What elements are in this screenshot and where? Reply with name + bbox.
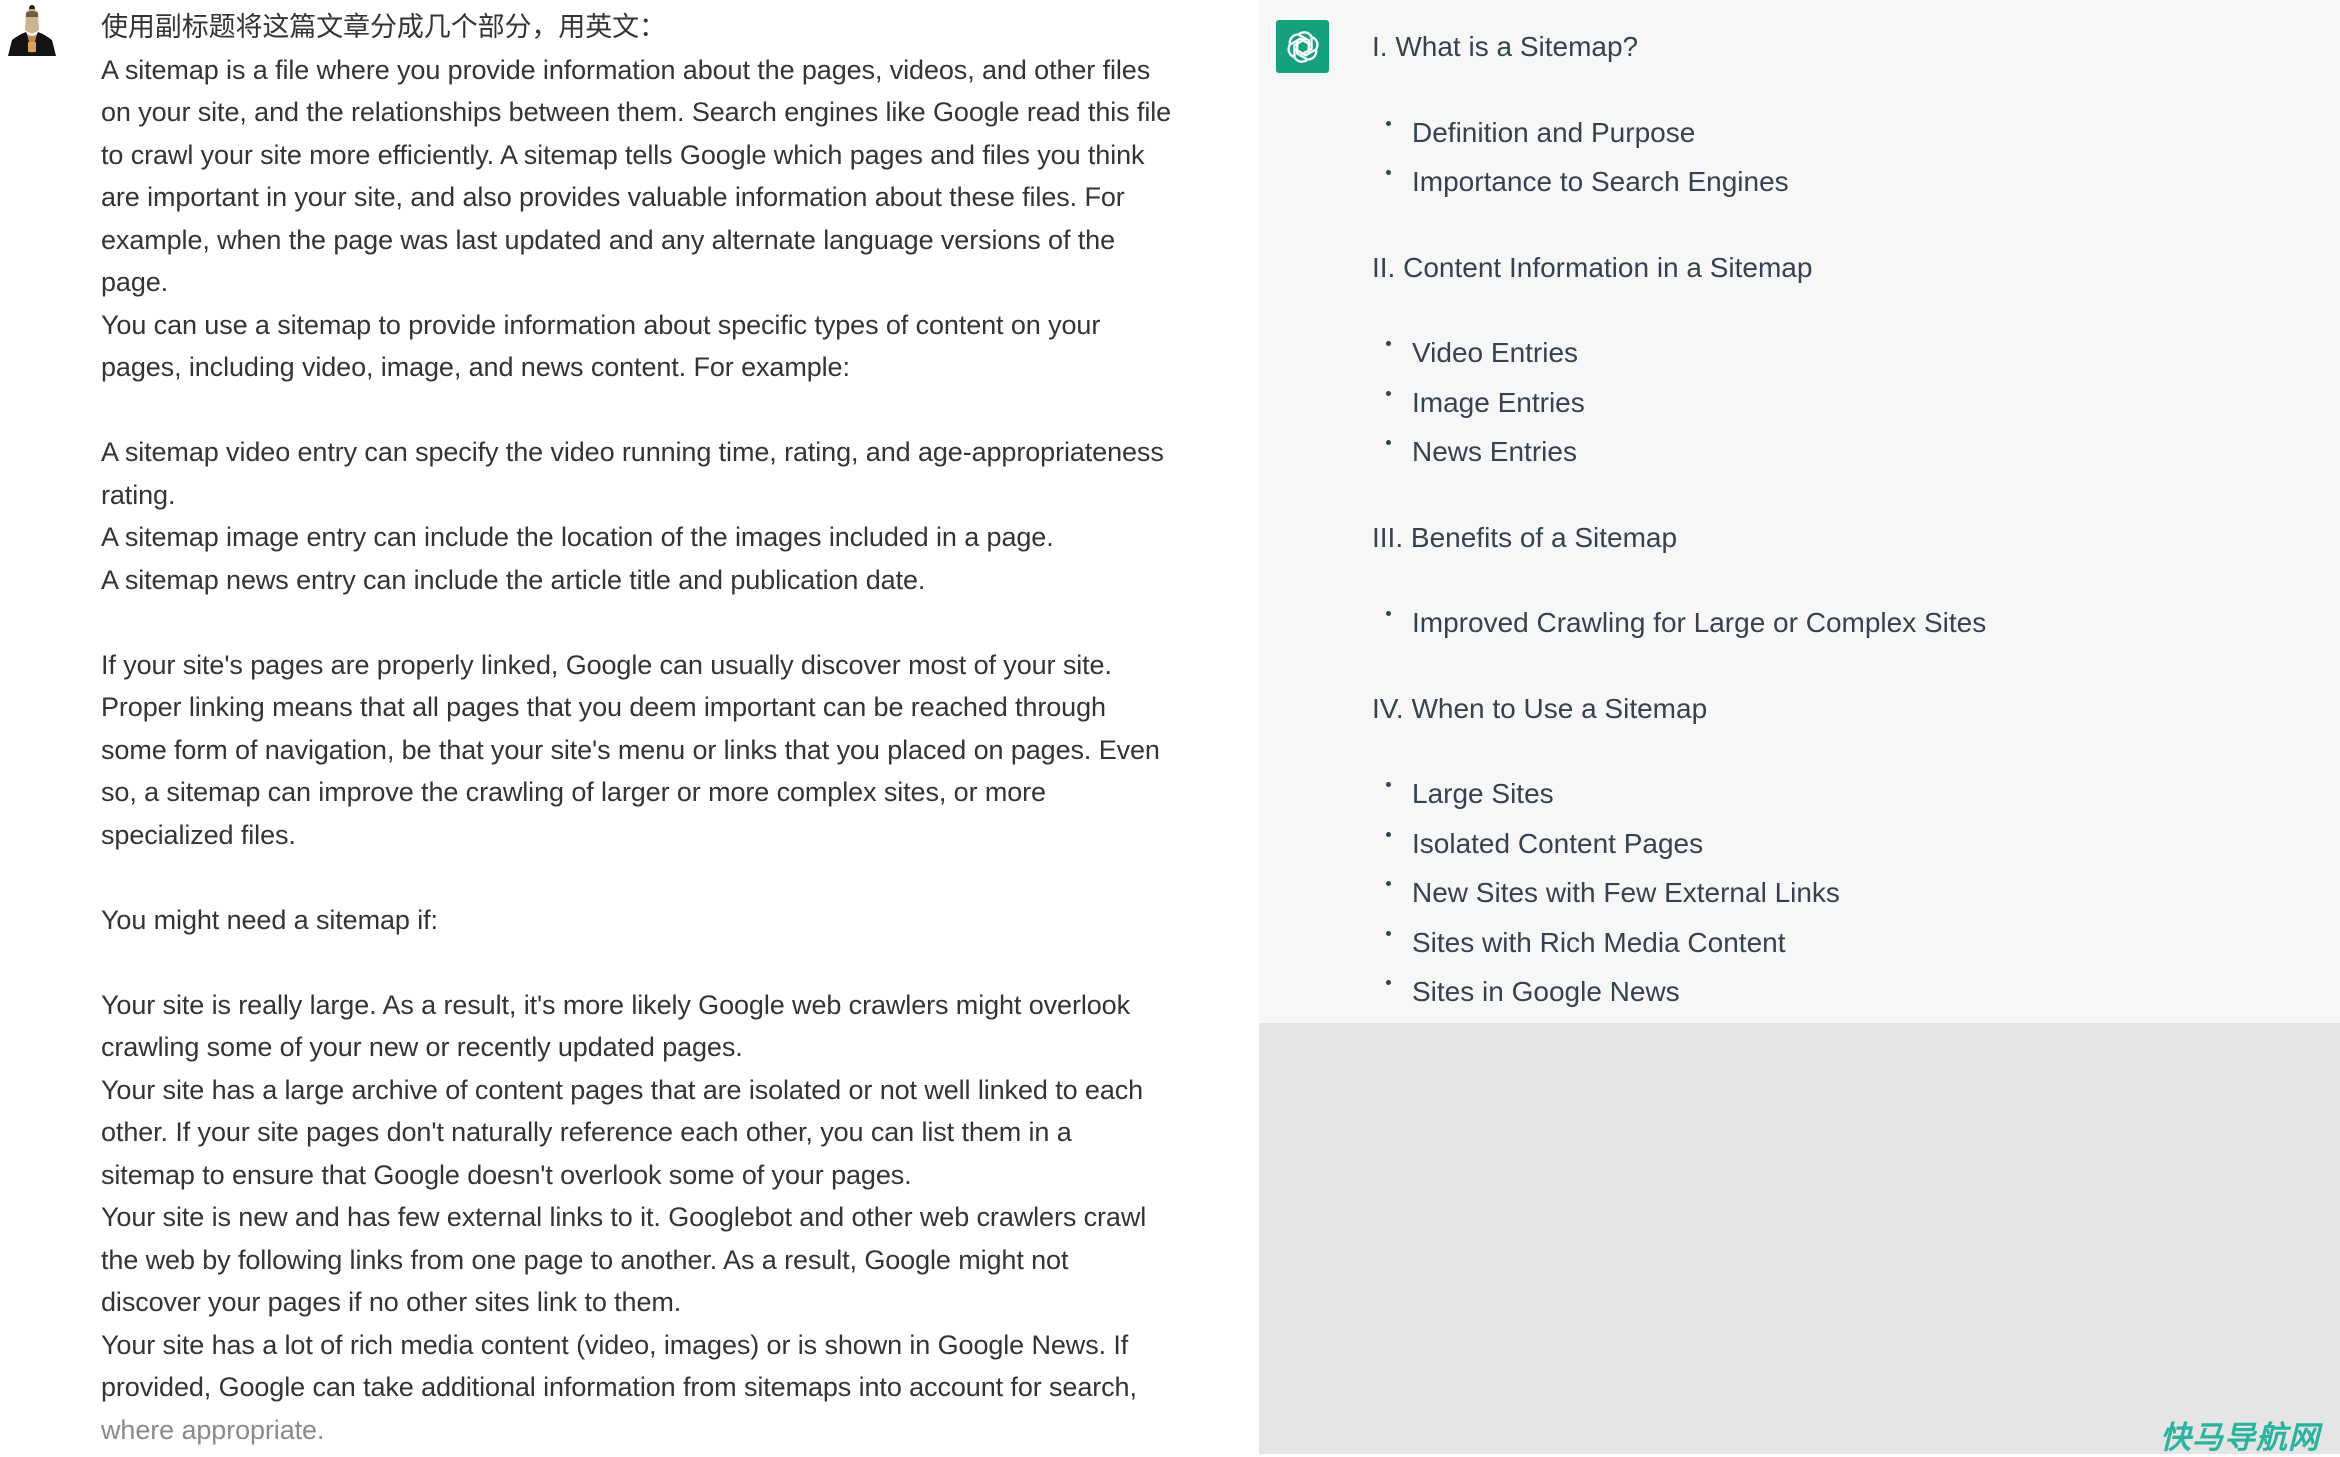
bullet-item: Large Sites: [1372, 769, 2272, 819]
user-message-pane: 使用副标题将这篇文章分成几个部分，用英文： A sitemap is a file…: [0, 0, 1259, 1454]
message-line: are important in your site, and also pro…: [101, 182, 1125, 212]
bullet-text: New Sites with Few External Links: [1412, 877, 1840, 908]
user-message-text: 使用副标题将这篇文章分成几个部分，用英文： A sitemap is a file…: [101, 6, 1261, 1451]
bullet-item: Sites in Google News: [1372, 967, 2272, 1017]
bullet-item: Improved Crawling for Large or Complex S…: [1372, 598, 2272, 648]
message-line: If your site's pages are properly linked…: [101, 649, 1112, 680]
message-line: You can use a sitemap to provide informa…: [101, 309, 1101, 340]
bullet-text: Video Entries: [1412, 337, 1579, 368]
bullet-item: Sites with Rich Media Content: [1372, 918, 2272, 968]
message-line: rating.: [101, 479, 176, 510]
message-line: Your site is new and has few external li…: [101, 1202, 1147, 1232]
bullet-text: Importance to Search Engines: [1412, 166, 1789, 197]
message-line: A sitemap is a file where you provide in…: [101, 54, 1151, 85]
bullet-item: Importance to Search Engines: [1372, 157, 2272, 207]
bullet-dot-icon: [1386, 341, 1391, 346]
outline-section: III. Benefits of a Sitemap Improved Crawl…: [1372, 513, 2272, 684]
message-line: some form of navigation, be that your si…: [101, 734, 1160, 765]
message-line: Your site is really large. As a result, …: [101, 989, 1130, 1020]
message-line: Proper linking means that all pages that…: [101, 692, 1106, 722]
message-line: sitemap to ensure that Google doesn't ov…: [101, 1159, 912, 1190]
openai-logo-icon: [1276, 20, 1329, 73]
bullet-text: Large Sites: [1412, 778, 1554, 809]
message-line: A sitemap news entry can include the art…: [101, 564, 926, 595]
message-line: where appropriate.: [101, 1414, 325, 1445]
message-line: specialized files.: [101, 819, 296, 850]
message-line: pages, including video, image, and news …: [101, 352, 850, 382]
outline-section: I. What is a Sitemap? Definition and Purp…: [1372, 22, 2272, 243]
watermark: 快马导航网: [2160, 1420, 2320, 1456]
message-line: page.: [101, 267, 169, 297]
message-line: Your site has a lot of rich media conten…: [101, 1329, 1129, 1360]
section-heading: I. What is a Sitemap?: [1372, 31, 1639, 62]
outline-section: IV. When to Use a Sitemap Large Sites Isol…: [1372, 684, 2272, 1053]
bullet-text: Sites with Rich Media Content: [1412, 926, 1786, 958]
message-line: provided, Google can take additional inf…: [101, 1372, 1137, 1402]
bullet-item: New Sites with Few External Links: [1372, 868, 2272, 918]
bullet-text: Sites in Google News: [1412, 976, 1680, 1007]
message-line: the web by following links from one page…: [101, 1244, 1069, 1275]
bullet-item: News Entries: [1372, 427, 2272, 477]
bullet-dot-icon: [1386, 782, 1391, 787]
message-line: on your site, and the relationships betw…: [101, 97, 1172, 127]
message-line: 使用副标题将这篇文章分成几个部分，用英文：: [101, 12, 666, 42]
bullet-dot-icon: [1386, 390, 1391, 396]
bullet-text: Image Entries: [1412, 386, 1585, 418]
bullet-text: Definition and Purpose: [1412, 116, 1696, 148]
bullet-dot-icon: [1386, 170, 1391, 175]
empty-area: [1259, 1023, 2340, 1454]
bullet-text: Improved Crawling for Large or Complex S…: [1412, 607, 1987, 638]
assistant-outline: I. What is a Sitemap? Definition and Purp…: [1372, 22, 2272, 1053]
bullet-dot-icon: [1386, 980, 1391, 985]
bullet-list: Large Sites Isolated Content Pages New Sit…: [1372, 733, 2272, 1053]
message-line: You might need a sitemap if:: [101, 904, 438, 935]
section-heading: IV. When to Use a Sitemap: [1372, 692, 1708, 724]
bullet-list: Video Entries Image Entries News Entries: [1372, 292, 2272, 513]
message-line: discover your pages if no other sites li…: [101, 1287, 682, 1317]
outline-section: II. Content Information in a Sitemap Vide…: [1372, 243, 2272, 513]
bullet-text: Isolated Content Pages: [1412, 827, 1704, 859]
section-heading: II. Content Information in a Sitemap: [1372, 251, 1813, 283]
bullet-dot-icon: [1386, 831, 1391, 837]
bullet-text: News Entries: [1412, 436, 1577, 467]
bullet-list: Definition and Purpose Importance to Sear…: [1372, 72, 2272, 243]
bullet-item: Definition and Purpose: [1372, 108, 2272, 158]
message-line: A sitemap video entry can specify the vi…: [101, 437, 1164, 467]
bullet-dot-icon: [1386, 881, 1391, 886]
bullet-item: Image Entries: [1372, 378, 2272, 428]
bullet-item: Video Entries: [1372, 328, 2272, 378]
message-line: A sitemap image entry can include the lo…: [101, 522, 1054, 552]
message-line: so, a sitemap can improve the crawling o…: [101, 777, 1046, 807]
bullet-dot-icon: [1386, 440, 1391, 445]
bullet-dot-icon: [1386, 930, 1391, 936]
message-line: other. If your site pages don't naturall…: [101, 1117, 1072, 1147]
message-line: to crawl your site more efficiently. A s…: [101, 139, 1145, 170]
bullet-item: Isolated Content Pages: [1372, 819, 2272, 869]
message-line: Your site has a large archive of content…: [101, 1074, 1144, 1105]
message-line: example, when the page was last updated …: [101, 224, 1116, 255]
section-heading: III. Benefits of a Sitemap: [1372, 521, 1678, 553]
bullet-dot-icon: [1386, 611, 1391, 616]
message-line: crawling some of your new or recently up…: [101, 1032, 743, 1062]
bullet-list: Improved Crawling for Large or Complex S…: [1372, 562, 2272, 684]
user-avatar-icon: [4, 4, 60, 60]
bullet-dot-icon: [1386, 120, 1391, 126]
